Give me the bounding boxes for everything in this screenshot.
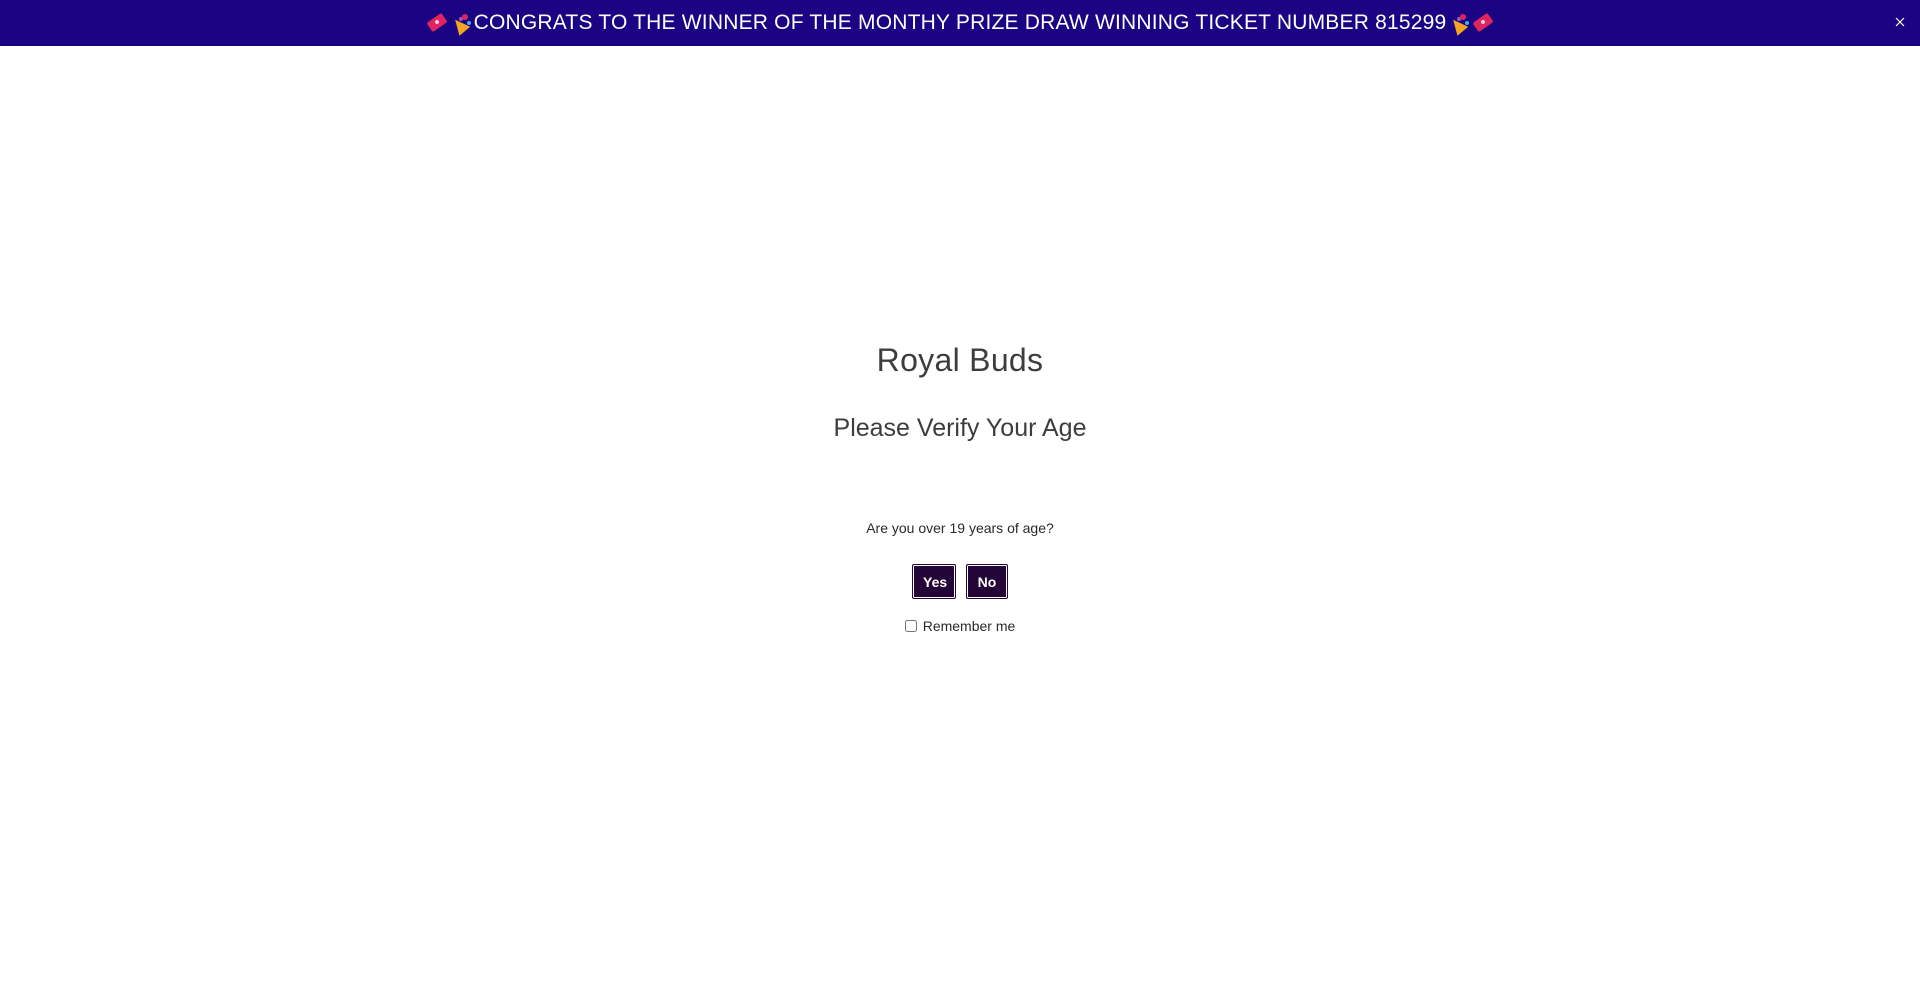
no-button[interactable]: No	[966, 564, 1008, 599]
age-question: Are you over 19 years of age?	[866, 520, 1054, 536]
age-buttons: Yes No	[0, 564, 1920, 599]
remember-me-label: Remember me	[922, 618, 1016, 634]
verify-age-heading: Please Verify Your Age	[833, 414, 1087, 442]
ticket-icon	[1472, 12, 1494, 34]
announcement-text: CONGRATS TO THE WINNER OF THE MONTHY PRI…	[473, 11, 1447, 34]
party-popper-icon	[450, 12, 472, 34]
party-popper-icon	[1448, 12, 1470, 34]
yes-button[interactable]: Yes	[912, 564, 956, 599]
brand-title: Royal Buds	[876, 342, 1044, 378]
ticket-icon	[426, 12, 448, 34]
remember-me-checkbox[interactable]	[904, 620, 917, 632]
close-icon[interactable]	[1890, 13, 1910, 33]
close-icon-glyph	[1895, 17, 1905, 27]
age-verification-modal: Royal Buds Please Verify Your Age Are yo…	[0, 46, 1920, 993]
announcement-content: CONGRATS TO THE WINNER OF THE MONTHY PRI…	[426, 11, 1495, 35]
announcement-bar: CONGRATS TO THE WINNER OF THE MONTHY PRI…	[0, 0, 1920, 46]
remember-me[interactable]: Remember me	[0, 618, 1920, 634]
